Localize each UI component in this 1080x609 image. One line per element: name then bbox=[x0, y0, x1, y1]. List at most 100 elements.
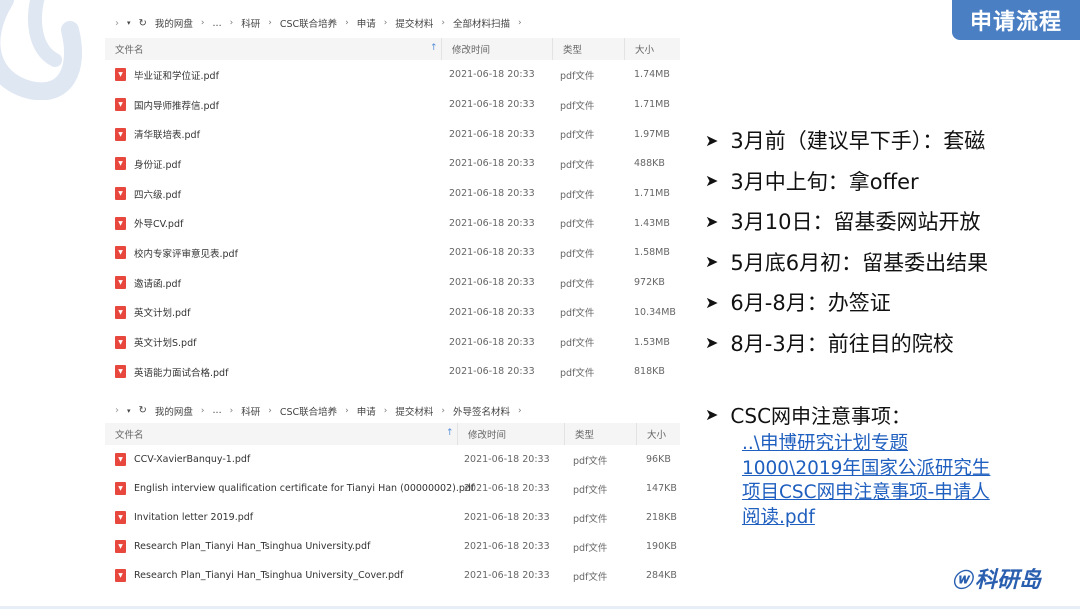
forward-icon[interactable]: › bbox=[115, 18, 119, 29]
file-type: pdf文件 bbox=[560, 130, 595, 142]
breadcrumb-item[interactable]: 提交材料 bbox=[395, 16, 433, 30]
file-row[interactable]: ▼ 英文计划S.pdf 2021-06-18 20:33 pdf文件 1.53MB bbox=[105, 327, 680, 357]
file-size: 190KB bbox=[646, 541, 677, 552]
timeline-item: ➤ 6月-8月：办签证 bbox=[705, 282, 988, 323]
file-explorer-pane-1: › ▾ ↻ 我的网盘 ›... › 科研 › CSC联合培养 › 申请 › 提交材料 › 全部材料扫描… bbox=[105, 8, 680, 390]
file-row[interactable]: ▼ 校内专家评审意见表.pdf 2021-06-18 20:33 pdf文件 1.58M… bbox=[105, 238, 680, 268]
forward-icon[interactable]: › bbox=[115, 405, 119, 416]
file-row[interactable]: ▼ 英文计划.pdf 2021-06-18 20:33 pdf文件 10.34MB bbox=[105, 298, 680, 328]
file-date: 2021-06-18 20:33 bbox=[449, 277, 535, 289]
column-header-name[interactable]: 文件名 bbox=[105, 423, 458, 445]
breadcrumb-separator-icon: › bbox=[383, 18, 388, 28]
file-size: 10.34MB bbox=[634, 306, 676, 318]
file-row[interactable]: ▼ Invitation letter 2019.pdf 2021-06-18 20… bbox=[105, 503, 680, 532]
file-date: 2021-06-18 20:33 bbox=[449, 247, 535, 259]
file-name: English interview qualification certific… bbox=[134, 483, 475, 494]
pdf-file-icon: ▼ bbox=[115, 482, 126, 495]
column-header-date[interactable]: 修改时间 bbox=[458, 423, 565, 445]
file-name: 英语能力面试合格.pdf bbox=[134, 367, 229, 379]
file-row[interactable]: ▼ CCV-XavierBanquy-1.pdf 2021-06-18 20:33 p… bbox=[105, 445, 680, 474]
refresh-icon[interactable]: ↻ bbox=[139, 18, 147, 29]
breadcrumb-item[interactable]: 申请 bbox=[357, 404, 376, 418]
file-name: 邀请函.pdf bbox=[134, 278, 181, 290]
file-row[interactable]: ▼ Research Plan_Tianyi Han_Tsinghua Unive… bbox=[105, 561, 680, 590]
breadcrumb-separator-icon: › bbox=[229, 405, 234, 416]
file-name: Research Plan_Tianyi Han_Tsinghua Univer… bbox=[134, 541, 371, 552]
pdf-file-icon: ▼ bbox=[115, 335, 126, 349]
column-header-name[interactable]: 文件名 bbox=[105, 38, 442, 60]
breadcrumb-item[interactable]: CSC联合培养 bbox=[280, 404, 337, 418]
pdf-file-icon: ▼ bbox=[115, 511, 126, 524]
refresh-icon[interactable]: ↻ bbox=[139, 405, 147, 416]
file-type: pdf文件 bbox=[573, 484, 608, 496]
history-dropdown-icon[interactable]: ▾ bbox=[127, 407, 131, 415]
decorative-swirl bbox=[0, 0, 83, 100]
file-name: 英文计划.pdf bbox=[134, 308, 191, 320]
breadcrumb-separator-icon: › bbox=[345, 405, 349, 416]
file-name: 外导CV.pdf bbox=[134, 219, 184, 231]
file-row[interactable]: ▼ Research Plan_Tianyi Han_Tsinghua Unive… bbox=[105, 532, 680, 561]
file-size: 488KB bbox=[634, 158, 665, 170]
column-header-type[interactable]: 类型 bbox=[565, 423, 637, 445]
breadcrumb-item[interactable]: CSC联合培养 bbox=[280, 16, 337, 30]
brand-logo: ⓦ 科研岛 bbox=[952, 562, 1041, 594]
history-dropdown-icon[interactable]: ▾ bbox=[127, 19, 131, 27]
breadcrumb-item[interactable]: ... bbox=[213, 405, 222, 416]
file-size: 972KB bbox=[634, 277, 665, 289]
file-type: pdf文件 bbox=[573, 455, 608, 467]
file-date: 2021-06-18 20:33 bbox=[449, 128, 535, 140]
file-row[interactable]: ▼ 外导CV.pdf 2021-06-18 20:33 pdf文件 1.43MB bbox=[105, 208, 680, 238]
file-date: 2021-06-18 20:33 bbox=[449, 366, 535, 378]
note-file-link[interactable]: ..\申博研究计划专题1000\2019年国家公派研究生项目CSC网申注意事项-… bbox=[742, 432, 1007, 530]
breadcrumb-item[interactable]: 科研 bbox=[241, 404, 260, 418]
file-row[interactable]: ▼ English interview qualification certifi… bbox=[105, 474, 680, 503]
file-date: 2021-06-18 20:33 bbox=[449, 188, 535, 200]
pdf-file-icon: ▼ bbox=[115, 276, 126, 290]
breadcrumb-item[interactable]: 全部材料扫描 bbox=[453, 16, 510, 30]
pdf-file-icon: ▼ bbox=[115, 216, 126, 230]
breadcrumb-item[interactable]: ... bbox=[213, 18, 222, 29]
arrow-bullet-icon: ➤ bbox=[705, 292, 719, 312]
timeline-list: ➤ 3月前（建议早下手）：套磁 ➤ 3月中上旬：拿offer ➤ 3月10日：留基委网站开… bbox=[705, 120, 988, 363]
file-row[interactable]: ▼ 英语能力面试合格.pdf 2021-06-18 20:33 pdf文件 818KB bbox=[105, 357, 680, 387]
arrow-bullet-icon: ➤ bbox=[705, 405, 719, 424]
file-row[interactable]: ▼ 身份证.pdf 2021-06-18 20:33 pdf文件 488KB bbox=[105, 149, 680, 179]
file-row[interactable]: ▼ 国内导师推荐信.pdf 2021-06-18 20:33 pdf文件 1.71MB bbox=[105, 90, 680, 120]
breadcrumb-item[interactable]: 科研 bbox=[241, 16, 260, 30]
breadcrumb-item[interactable]: 提交材料 bbox=[395, 404, 433, 418]
file-name: 清华联培表.pdf bbox=[134, 130, 200, 142]
file-type: pdf文件 bbox=[560, 219, 595, 231]
column-header-size[interactable]: 大小 bbox=[637, 423, 680, 445]
file-name: 毕业证和学位证.pdf bbox=[134, 70, 219, 82]
file-type: pdf文件 bbox=[573, 542, 608, 554]
file-row[interactable]: ▼ 邀请函.pdf 2021-06-18 20:33 pdf文件 972KB bbox=[105, 268, 680, 298]
note-title: CSC网申注意事项： bbox=[730, 404, 912, 428]
file-size: 1.53MB bbox=[634, 336, 670, 348]
timeline-item-text: 8月-3月：前往目的院校 bbox=[730, 331, 954, 356]
column-header-date[interactable]: 修改时间 bbox=[442, 38, 553, 60]
sort-up-icon: ↑ bbox=[446, 428, 454, 438]
file-date: 2021-06-18 20:33 bbox=[449, 217, 535, 229]
file-name: 四六级.pdf bbox=[134, 189, 181, 201]
breadcrumb-separator-icon: › bbox=[518, 405, 522, 416]
file-row[interactable]: ▼ 四六级.pdf 2021-06-18 20:33 pdf文件 1.71MB bbox=[105, 179, 680, 209]
pdf-file-icon: ▼ bbox=[115, 453, 126, 466]
file-type: pdf文件 bbox=[573, 571, 608, 583]
breadcrumb-item[interactable]: 我的网盘 bbox=[155, 404, 193, 418]
breadcrumb-item[interactable]: 外导签名材料 bbox=[453, 404, 510, 418]
column-header-type[interactable]: 类型 bbox=[553, 38, 625, 60]
file-name: 英文计划S.pdf bbox=[134, 338, 197, 350]
breadcrumb-item[interactable]: 我的网盘 bbox=[155, 16, 193, 30]
file-type: pdf文件 bbox=[560, 159, 595, 171]
breadcrumb-item[interactable]: 申请 bbox=[357, 16, 376, 30]
file-row[interactable]: ▼ 毕业证和学位证.pdf 2021-06-18 20:33 pdf文件 1.74MB bbox=[105, 60, 680, 90]
timeline-item-text: 3月前（建议早下手）：套磁 bbox=[730, 129, 986, 154]
file-name: CCV-XavierBanquy-1.pdf bbox=[134, 454, 251, 465]
pdf-file-icon: ▼ bbox=[115, 569, 126, 582]
file-row[interactable]: ▼ 清华联培表.pdf 2021-06-18 20:33 pdf文件 1.97MB bbox=[105, 119, 680, 149]
timeline-item: ➤ 8月-3月：前往目的院校 bbox=[705, 323, 988, 364]
file-type: pdf文件 bbox=[560, 278, 595, 290]
column-header-row: 文件名 ↑ 修改时间 类型 大小 bbox=[105, 423, 680, 445]
column-header-size[interactable]: 大小 bbox=[625, 38, 680, 60]
pdf-file-icon: ▼ bbox=[115, 157, 126, 171]
